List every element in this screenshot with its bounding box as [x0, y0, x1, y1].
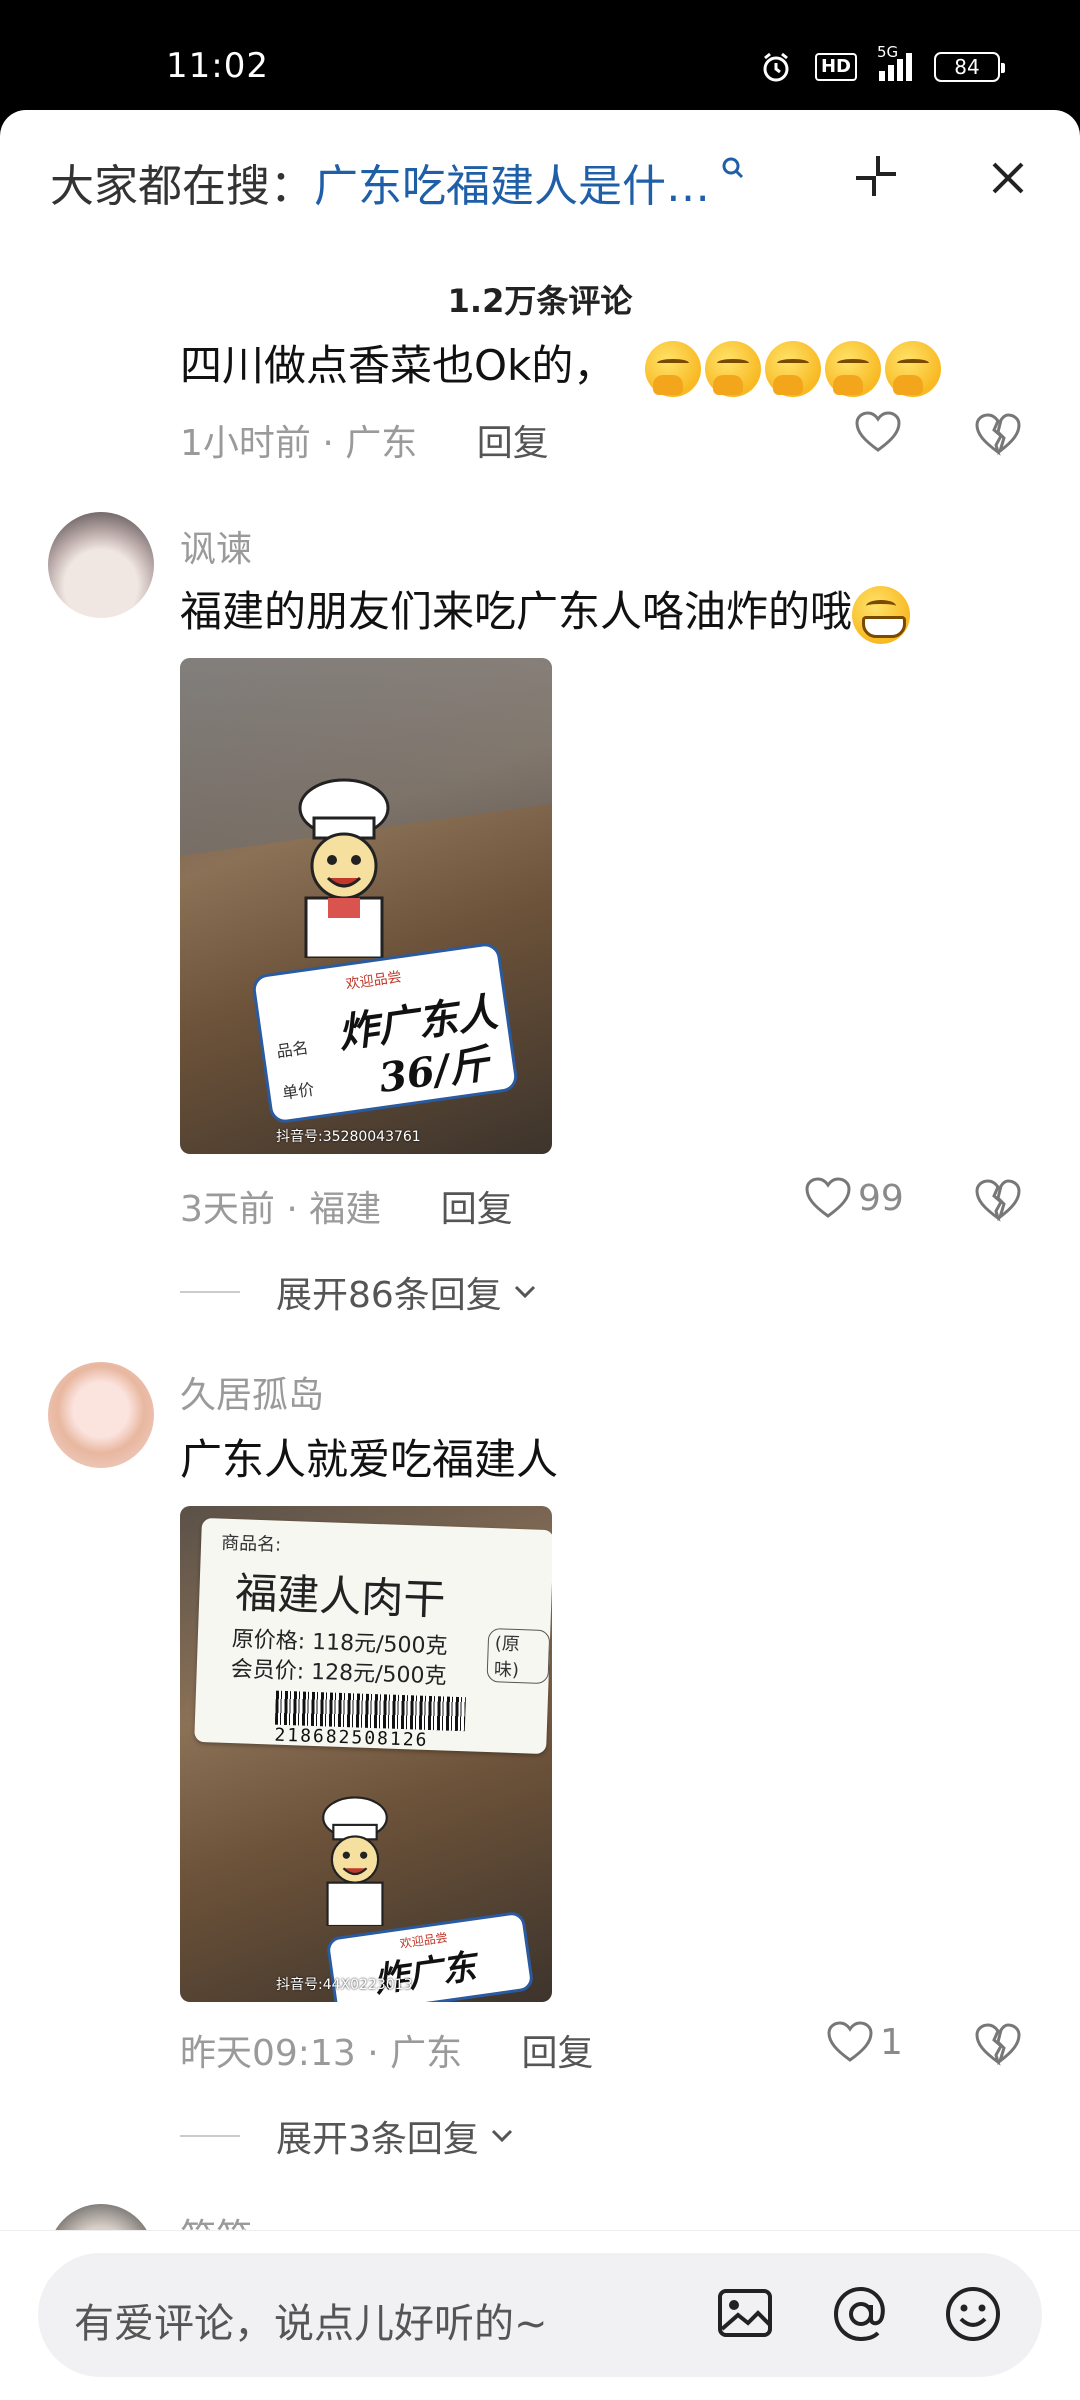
comment-time-location: 昨天09:13 · 广东 [180, 2033, 463, 2074]
barcode-number: 218682508126 [274, 1724, 429, 1751]
reply-button[interactable]: 回复 [441, 1189, 513, 1230]
expand-replies-button[interactable]: 展开3条回复 [180, 2110, 519, 2162]
grin-emoji-icon [852, 585, 911, 644]
heart-icon [855, 411, 901, 452]
like-button[interactable] [854, 410, 902, 454]
network-label: 5G [877, 43, 899, 61]
close-icon[interactable] [982, 152, 1034, 204]
snicker-emoji-icon [884, 340, 941, 397]
comment-meta: 1小时前 · 广东 回复 [180, 414, 549, 466]
comment-image[interactable]: 商品名: 福建人肉干 (原味) 原价格: 118元/500克 会员价: 128元… [180, 1506, 552, 2002]
emoji-group [644, 340, 941, 397]
chef-mascot-icon [298, 778, 390, 958]
trending-search-row[interactable]: 大家都在搜： 广东吃福建人是什… [50, 150, 746, 214]
sign-name-label: 品名 [275, 1037, 310, 1062]
label-product-name: 福建人肉干 [234, 1568, 447, 1625]
broken-heart-icon[interactable] [974, 2020, 1022, 2068]
sign-title: 欢迎品尝 [344, 969, 403, 993]
label-member-price: 会员价: 128元/500克 [230, 1657, 447, 1690]
price-sign: 欢迎品尝 品名 单价 炸广东人 36/斤 [250, 941, 520, 1125]
comment-text: 四川做点香菜也Ok的， [180, 332, 941, 397]
expand-replies-label: 展开3条回复 [276, 2119, 479, 2160]
chevron-down-icon [514, 1285, 535, 1299]
image-icon[interactable] [712, 2281, 778, 2347]
chevron-down-icon [491, 2129, 512, 2143]
minimize-icon[interactable] [850, 150, 902, 202]
product-label: 商品名: 福建人肉干 (原味) 原价格: 118元/500克 会员价: 128元… [194, 1517, 552, 1755]
comment-count: 1.2万条评论 [447, 282, 633, 320]
like-button[interactable]: 99 [804, 1176, 904, 1220]
sign-price-label: 单价 [281, 1079, 316, 1103]
status-time: 11:02 [166, 46, 269, 86]
comment-meta: 昨天09:13 · 广东 回复 [180, 2024, 594, 2076]
avatar[interactable] [48, 1362, 154, 1468]
expand-replies-button[interactable]: 展开86条回复 [180, 1266, 542, 1318]
image-watermark: 抖音号:44X0223013 [276, 1977, 413, 1993]
snicker-emoji-icon [644, 340, 701, 397]
comment-input-placeholder: 有爱评论，说点儿好听的~ [74, 2301, 548, 2347]
comments-sheet: 大家都在搜： 广东吃福建人是什… 1.2万条评论 四川做点香菜也Ok的， 1小时… [0, 110, 1080, 2400]
like-count: 99 [858, 1177, 904, 1219]
comment-image[interactable]: 欢迎品尝 品名 单价 炸广东人 36/斤 抖音号:35280043761 [180, 658, 552, 1154]
reply-button[interactable]: 回复 [522, 2033, 594, 2074]
heart-icon [805, 1177, 851, 1218]
comment-text: 广东人就爱吃福建人 [180, 1435, 559, 1484]
broken-heart-icon[interactable] [974, 1176, 1022, 1224]
comment-username[interactable]: 讽谏 [180, 520, 252, 572]
status-icons: HD 5G 84 [759, 43, 1005, 84]
comment-input-bar: 有爱评论，说点儿好听的~ [0, 2230, 1080, 2400]
label-small: 商品名: [220, 1532, 282, 1556]
snicker-emoji-icon [704, 340, 761, 397]
comment-username[interactable]: 久居孤岛 [180, 1366, 324, 1418]
snicker-emoji-icon [764, 340, 821, 397]
chef-mascot-icon [322, 1796, 388, 1926]
status-bar: 11:02 HD 5G 84 [0, 0, 1080, 110]
comment-text: 福建的朋友们来吃广东人咯油炸的哦 [180, 578, 911, 644]
hd-badge: HD [814, 53, 857, 81]
trending-search-prefix: 大家都在搜： [50, 161, 314, 212]
signal-icon: 5G [877, 43, 912, 81]
comment-input[interactable]: 有爱评论，说点儿好听的~ [38, 2253, 1042, 2377]
comment-text-content: 福建的朋友们来吃广东人咯油炸的哦 [180, 587, 853, 636]
comment-text-content: 四川做点香菜也Ok的， [180, 341, 616, 390]
alarm-icon [763, 52, 789, 82]
battery-indicator: 84 [934, 52, 1005, 82]
comment-time-location: 3天前 · 福建 [180, 1189, 382, 1230]
like-count: 1 [880, 2021, 903, 2063]
trending-search-link[interactable]: 广东吃福建人是什… [314, 150, 710, 214]
avatar[interactable] [48, 512, 154, 618]
comment-time-location: 1小时前 · 广东 [180, 423, 418, 464]
emoji-icon[interactable] [940, 2281, 1006, 2347]
reply-button[interactable]: 回复 [477, 423, 549, 464]
snicker-emoji-icon [824, 340, 881, 397]
expand-replies-label: 展开86条回复 [276, 1275, 502, 1316]
broken-heart-icon[interactable] [974, 410, 1022, 458]
mention-icon[interactable] [828, 2281, 894, 2347]
like-button[interactable]: 1 [826, 2020, 903, 2064]
search-icon [722, 157, 744, 179]
comment-meta: 3天前 · 福建 回复 [180, 1180, 513, 1232]
image-watermark: 抖音号:35280043761 [276, 1129, 421, 1145]
heart-icon [827, 2021, 873, 2062]
label-tag: (原味) [486, 1627, 551, 1685]
